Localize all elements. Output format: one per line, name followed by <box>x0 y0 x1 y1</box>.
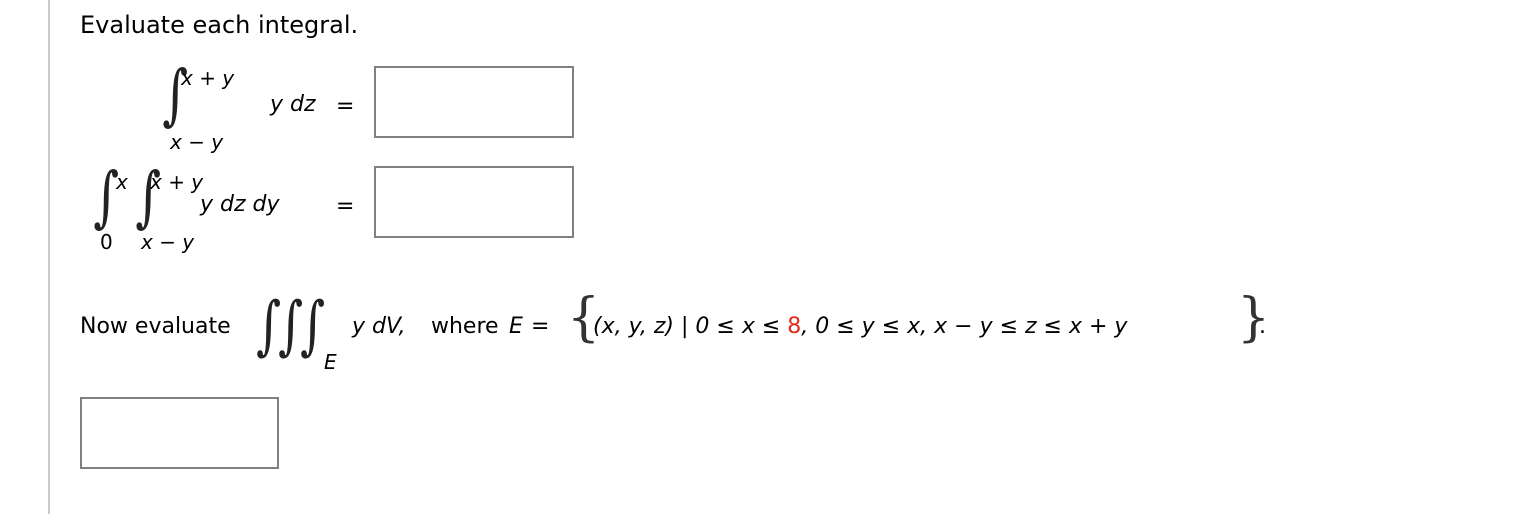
lower-limit: x − y <box>170 130 224 154</box>
period: . <box>1259 314 1266 339</box>
equals-sign: = <box>336 94 355 119</box>
left-border-rule <box>48 0 50 514</box>
integrand: y dz <box>270 92 316 117</box>
outer-lower-limit: 0 <box>100 230 113 254</box>
upper-limit: x + y <box>181 66 235 90</box>
outer-upper-limit: x <box>116 170 128 194</box>
triple-integral-sign-3: ∫ <box>300 289 326 363</box>
answer-input-2[interactable] <box>374 166 574 238</box>
answer-input-1[interactable] <box>374 66 574 138</box>
set-condition-start: (x, y, z) | 0 ≤ x ≤ <box>593 314 788 339</box>
question-heading: Evaluate each integral. <box>80 11 359 39</box>
highlighted-bound: 8 <box>787 314 802 339</box>
answer-input-3[interactable] <box>80 397 279 469</box>
equals-sign: = <box>531 314 550 339</box>
inner-upper-limit: x + y <box>150 170 204 194</box>
integrand: y dz dy <box>200 192 280 217</box>
integrand: y dV, <box>352 314 406 339</box>
now-evaluate-label: Now evaluate <box>80 314 231 339</box>
set-definition: (x, y, z) | 0 ≤ x ≤ 8, 0 ≤ y ≤ x, x − y … <box>593 314 1127 339</box>
set-condition-rest: , 0 ≤ y ≤ x, x − y ≤ z ≤ x + y <box>801 314 1128 339</box>
equals-sign: = <box>336 194 355 219</box>
inner-lower-limit: x − y <box>141 230 195 254</box>
region-subscript: E <box>324 350 337 374</box>
region-symbol: E <box>509 314 523 339</box>
where-label: where <box>431 314 499 339</box>
